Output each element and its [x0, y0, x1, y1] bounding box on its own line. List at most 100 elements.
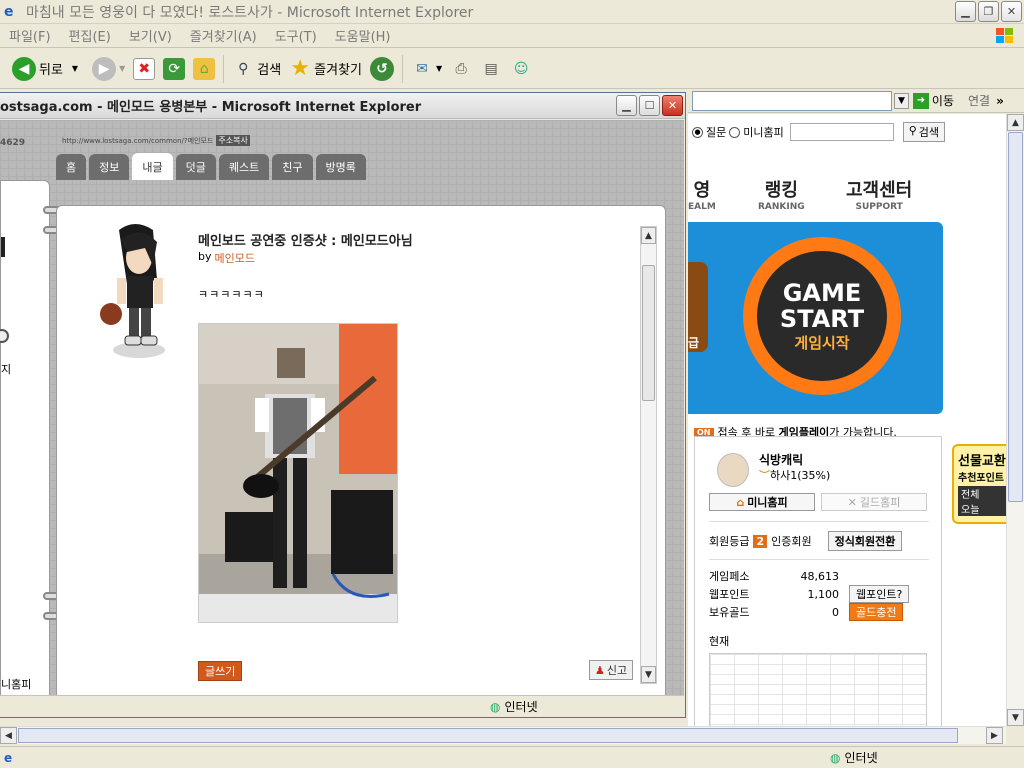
minimize-button[interactable]: ▁	[955, 1, 976, 22]
popup-title: ostsaga.com - 메인모드 용병본부 - Microsoft Inte…	[0, 100, 422, 115]
game-start-line1: GAME	[782, 278, 862, 307]
popup-window: ostsaga.com - 메인모드 용병본부 - Microsoft Inte…	[0, 92, 686, 718]
game-start-button[interactable]: GAME START 게임시작	[743, 237, 901, 395]
scroll-up-button[interactable]: ▲	[1007, 114, 1024, 131]
links-label[interactable]: 연결	[968, 92, 990, 109]
popup-minimize-button[interactable]: ▁	[616, 95, 637, 116]
tab-home[interactable]: 홈	[56, 154, 87, 180]
stat-value: 1,100	[807, 587, 840, 601]
nav-ranking-sub: RANKING	[758, 202, 805, 212]
upgrade-member-button[interactable]: 정식회원전환	[827, 531, 903, 551]
go-button[interactable]: ➜ 이동	[912, 92, 955, 109]
close-button[interactable]: ✕	[1001, 1, 1022, 22]
site-search-button[interactable]: ⚲ 검색	[902, 122, 946, 142]
tab-guestbook[interactable]: 방명록	[315, 154, 366, 180]
tab-quest[interactable]: 퀘스트	[218, 154, 270, 180]
chevron-down-icon[interactable]: ▼	[119, 64, 125, 73]
scroll-down-button[interactable]: ▼	[1007, 709, 1024, 726]
banner-left-text: 급	[688, 336, 700, 350]
nav-ranking-label: 랭킹	[764, 180, 798, 201]
write-post-button[interactable]: 글쓰기	[198, 661, 243, 681]
nav-ranking[interactable]: 랭킹 RANKING	[758, 176, 805, 212]
home-icon: ⌂	[193, 57, 216, 80]
post-scroll-up-button[interactable]: ▲	[641, 227, 656, 244]
home-button[interactable]: ⌂	[189, 57, 219, 80]
guild-icon: ✕	[847, 495, 857, 509]
nav-support-label: 고객센터	[846, 180, 913, 201]
menu-edit[interactable]: 편집(E)	[60, 26, 120, 45]
forward-button[interactable]: ▶ ▼	[88, 56, 129, 81]
tab-info[interactable]: 정보	[89, 154, 130, 180]
webpoint-help-button[interactable]: 웹포인트?	[849, 585, 910, 603]
stop-button[interactable]: ✖	[129, 57, 159, 80]
outer-vertical-scrollbar[interactable]: ▲ ▼	[1006, 114, 1024, 726]
links-expand-icon[interactable]: »	[996, 94, 1004, 108]
mail-icon: ✉	[416, 60, 428, 77]
address-field[interactable]	[692, 90, 892, 111]
outer-page: ● 질문 미니홈피 ⚲ 검색 영 EALM 랭킹 RANKING 고객센터 SUP…	[688, 114, 1006, 726]
restore-button[interactable]: ❐	[978, 1, 999, 22]
report-button[interactable]: ♟ 신고	[589, 660, 634, 680]
stat-label: 웹포인트	[709, 588, 750, 601]
post-scroll-down-button[interactable]: ▼	[641, 666, 656, 683]
radio-question[interactable]: ●	[692, 126, 703, 138]
chevron-down-icon[interactable]: ▼	[894, 92, 909, 109]
nav-support-sub: SUPPORT	[855, 202, 903, 212]
post-author-link[interactable]: 메인모드	[215, 250, 255, 266]
post-by: by	[198, 250, 212, 263]
radio-minihome[interactable]	[729, 126, 741, 138]
tab-my-posts[interactable]: 내글	[132, 153, 173, 180]
hscroll-thumb[interactable]	[18, 728, 958, 743]
scroll-thumb[interactable]	[1008, 132, 1023, 502]
stats-grid-chart	[709, 653, 927, 726]
left-panel-mark	[1, 237, 5, 257]
history-button[interactable]: ↺	[366, 56, 398, 81]
gift-sub: 추천포인트	[958, 473, 1004, 484]
menu-help[interactable]: 도움말(H)	[326, 26, 400, 45]
post-card: 메인보드 공연중 인증샷 : 메인모드아님 by 메인모드 ㅋㅋㅋㅋㅋㅋ 글쓰기…	[56, 205, 666, 695]
scroll-right-button[interactable]: ▶	[986, 727, 1003, 744]
print-button[interactable]: ⎙	[446, 58, 476, 80]
left-minihome-link[interactable]: 니홈피	[1, 676, 31, 692]
tab-comments[interactable]: 덧글	[175, 154, 216, 180]
copy-address-button[interactable]: 주소복사	[216, 135, 250, 146]
menu-file[interactable]: 파일(F)	[0, 26, 60, 45]
site-search-input[interactable]	[789, 123, 894, 141]
refresh-button[interactable]: ⟳	[159, 57, 189, 80]
address-row: ▼ ➜ 이동 연결 »	[688, 89, 1024, 113]
menu-tools[interactable]: 도구(T)	[266, 26, 326, 45]
nav-realm[interactable]: 영 EALM	[688, 176, 716, 212]
menu-favorites[interactable]: 즐겨찾기(A)	[181, 26, 266, 45]
radio-question-label: 질문	[706, 126, 727, 139]
mail-button[interactable]: ✉ ▼	[407, 58, 446, 80]
post-scroll-thumb[interactable]	[642, 265, 655, 401]
edit-button[interactable]: ▤	[476, 58, 506, 80]
search-button[interactable]: ⚲ 검색	[228, 58, 285, 80]
messenger-button[interactable]: ☺	[506, 58, 536, 80]
guildhome-button[interactable]: ✕ 길드홈피	[821, 493, 927, 511]
outer-horizontal-scrollbar[interactable]: ◀ ▶	[0, 726, 1006, 744]
minihome-url: http://www.lostsaga.com/common/?메인모드	[62, 136, 214, 145]
favorites-button[interactable]: ★ 즐겨찾기	[285, 56, 366, 81]
gift-tab-all[interactable]: 전체	[958, 486, 1006, 501]
gift-tab-today[interactable]: 오늘	[958, 501, 1006, 516]
guildhome-button-label: 길드홈피	[859, 496, 901, 509]
report-icon: ♟	[595, 663, 605, 677]
minihome-button-label: 미니홈피	[747, 496, 788, 509]
post-scrollbar[interactable]: ▲ ▼	[640, 226, 657, 684]
toolbar-divider	[402, 54, 403, 83]
gold-charge-button[interactable]: 골드충전	[849, 603, 904, 621]
scroll-left-button[interactable]: ◀	[0, 727, 17, 744]
divider	[709, 559, 929, 560]
nav-support[interactable]: 고객센터 SUPPORT	[846, 176, 912, 212]
minihome-button[interactable]: ⌂ 미니홈피	[709, 493, 815, 511]
tab-friends[interactable]: 친구	[272, 154, 313, 180]
popup-close-button[interactable]: ✕	[662, 95, 683, 116]
post-title: 메인보드 공연중 인증샷 : 메인모드아님	[198, 234, 413, 249]
go-label: 이동	[931, 94, 955, 108]
popup-maximize-button[interactable]: ☐	[639, 95, 660, 116]
chevron-down-icon[interactable]: ▼	[72, 64, 78, 73]
menu-view[interactable]: 보기(V)	[120, 26, 181, 45]
back-button[interactable]: ◀ 뒤로 ▼	[8, 56, 82, 81]
chevron-down-icon[interactable]: ▼	[436, 64, 442, 73]
